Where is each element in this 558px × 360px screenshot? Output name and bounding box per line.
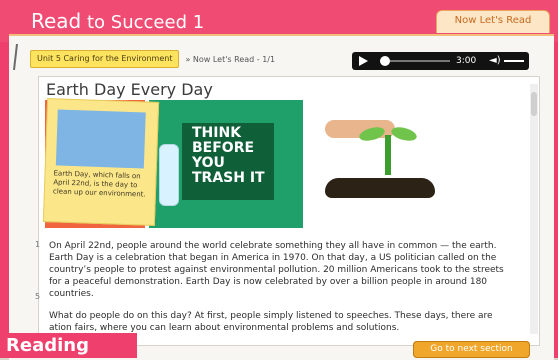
play-icon[interactable] bbox=[359, 56, 368, 66]
app-title: Read to Succeed 1 bbox=[31, 9, 205, 33]
reading-heading: Earth Day Every Day bbox=[46, 80, 213, 99]
paragraph-2: What do people do on this day? At first,… bbox=[49, 311, 493, 333]
pin-icon bbox=[13, 44, 18, 70]
breadcrumb-section: » Now Let's Read - 1/1 bbox=[185, 54, 276, 64]
photo-think-before: THINK BEFORE YOU TRASH IT bbox=[149, 100, 303, 228]
reading-text: On April 22nd, people around the world c… bbox=[49, 240, 514, 344]
tab-now-lets-read[interactable]: Now Let's Read bbox=[436, 10, 550, 33]
photo-seedling bbox=[307, 100, 457, 228]
audio-progress-knob[interactable] bbox=[380, 56, 390, 66]
audio-time: 3:00 bbox=[456, 56, 477, 66]
section-badge: Reading bbox=[0, 333, 137, 358]
volume-icon[interactable]: ◄) bbox=[489, 55, 501, 67]
caption-photo-note: Earth Day, which falls on April 22nd, is… bbox=[42, 98, 160, 226]
audio-player: 3:00 ◄) bbox=[352, 52, 529, 70]
scrollbar-thumb[interactable] bbox=[531, 92, 537, 116]
bottle-icon bbox=[159, 144, 179, 206]
reading-banner: THINK BEFORE YOU TRASH IT Earth Day, whi… bbox=[42, 98, 515, 228]
line-number: 1 bbox=[35, 240, 41, 249]
line-number: 5 bbox=[35, 292, 41, 301]
paragraph-1: On April 22nd, people around the world c… bbox=[49, 241, 504, 299]
photo-caption: Earth Day, which falls on April 22nd, is… bbox=[52, 169, 146, 199]
leaf-icon bbox=[389, 124, 419, 144]
photo-children bbox=[55, 109, 146, 169]
audio-progress-track[interactable] bbox=[380, 60, 450, 62]
volume-slider[interactable] bbox=[504, 60, 524, 62]
next-section-button[interactable]: Go to next section bbox=[413, 341, 530, 358]
plant-stem bbox=[385, 135, 391, 175]
breadcrumb: Unit 5 Caring for the Environment » Now … bbox=[30, 50, 275, 68]
scrollbar[interactable] bbox=[530, 84, 538, 334]
poster-sign: THINK BEFORE YOU TRASH IT bbox=[182, 123, 274, 200]
soil-icon bbox=[325, 178, 435, 198]
breadcrumb-unit[interactable]: Unit 5 Caring for the Environment bbox=[30, 50, 180, 68]
